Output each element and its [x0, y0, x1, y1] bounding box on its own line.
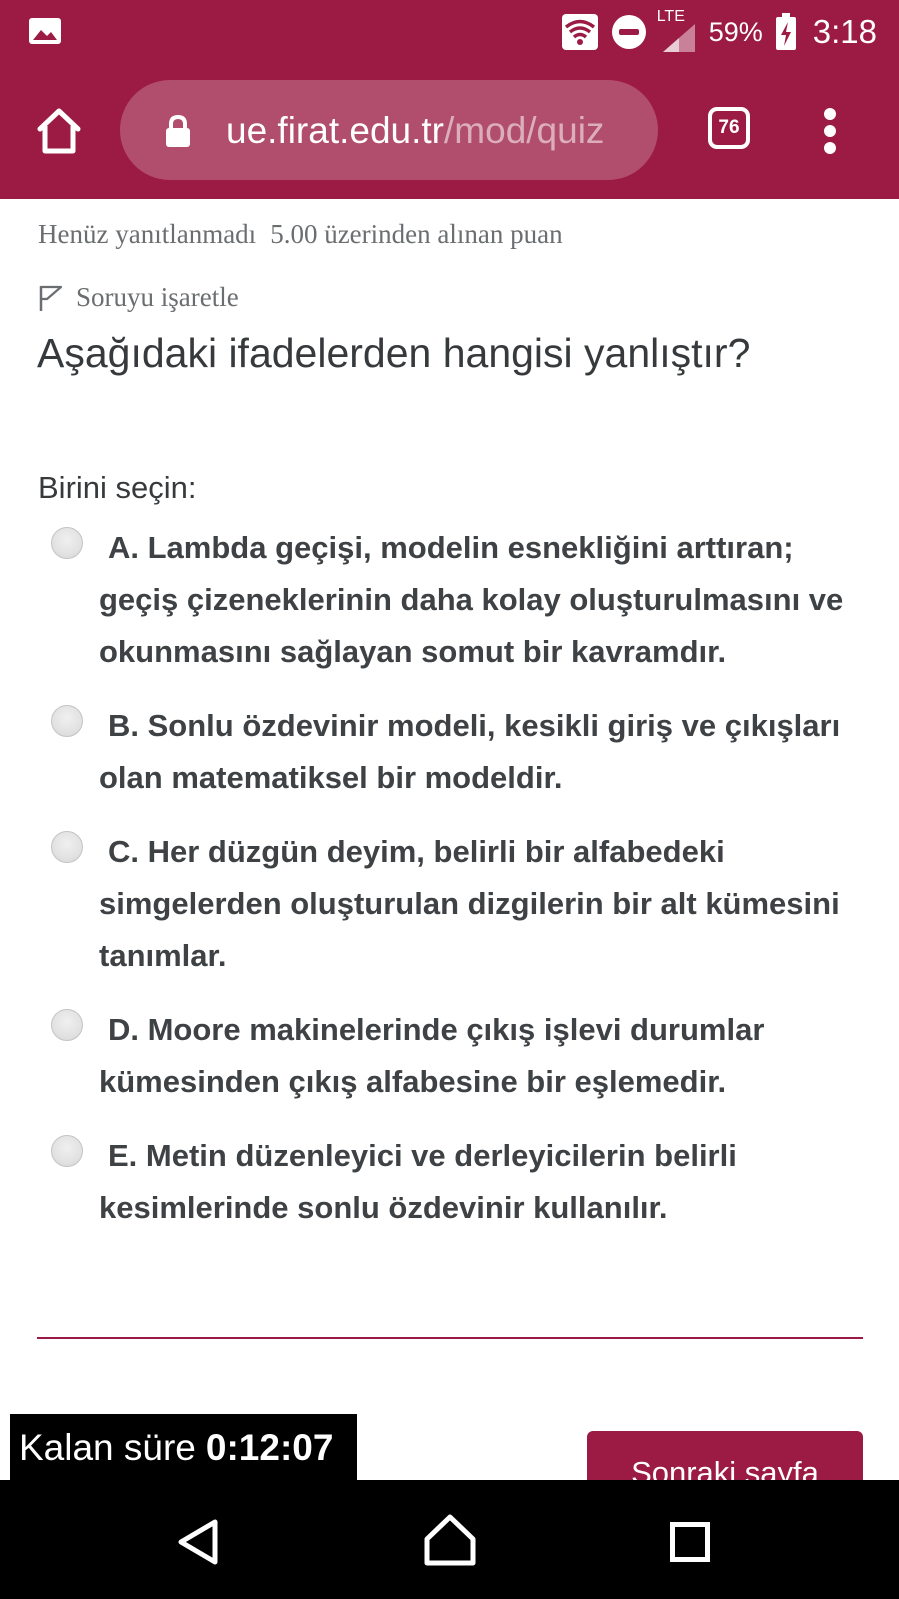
- answer-option-b[interactable]: B. Sonlu özdevinir modeli, kesikli giriş…: [48, 700, 868, 804]
- url-host: ue.firat.edu.tr: [226, 110, 445, 151]
- answer-label: E. Metin düzenleyici ve derleyicilerin b…: [99, 1138, 737, 1225]
- time-remaining-label: Kalan süre: [19, 1427, 196, 1468]
- browser-toolbar: ue.firat.edu.tr/mod/quiz 76: [0, 70, 899, 194]
- answer-list: A. Lambda geçişi, modelin esnekliğini ar…: [48, 522, 868, 1256]
- flag-question-link[interactable]: Soruyu işaretle: [38, 282, 239, 313]
- answer-option-c[interactable]: C. Her düzgün deyim, belirli bir alfabed…: [48, 826, 868, 982]
- answer-label: A. Lambda geçişi, modelin esnekliğini ar…: [99, 530, 844, 669]
- flag-icon: [39, 285, 63, 311]
- lock-icon: [166, 114, 190, 147]
- signal-indicator: LTE: [657, 8, 697, 54]
- signal-icon: [662, 24, 695, 52]
- android-nav-bar: [0, 1480, 899, 1599]
- radio-button[interactable]: [51, 527, 83, 559]
- radio-button[interactable]: [51, 1009, 83, 1041]
- flag-question-label: Soruyu işaretle: [76, 282, 239, 312]
- url-text[interactable]: ue.firat.edu.tr/mod/quiz: [226, 109, 646, 153]
- url-path: /mod/quiz: [444, 110, 605, 151]
- wifi-icon: [561, 14, 598, 50]
- tab-switcher-button[interactable]: 76: [708, 107, 750, 149]
- radio-button[interactable]: [51, 705, 83, 737]
- status-bar: LTE 59% 3:18: [0, 0, 899, 62]
- time-remaining-value: 0:12:07: [205, 1427, 334, 1468]
- browser-chrome: LTE 59% 3:18 ue.firat.edu.tr/mod/quiz 76: [0, 0, 899, 199]
- answer-option-a[interactable]: A. Lambda geçişi, modelin esnekliğini ar…: [48, 522, 868, 678]
- answer-label: C. Her düzgün deyim, belirli bir alfabed…: [99, 834, 840, 973]
- status-icons: LTE 59% 3:18: [561, 8, 877, 56]
- overflow-menu-icon[interactable]: [818, 108, 842, 154]
- battery-charging-icon: [775, 13, 796, 50]
- question-text: Aşağıdaki ifadelerden hangisi yanlıştır?: [37, 330, 751, 376]
- radio-button[interactable]: [51, 831, 83, 863]
- answer-prompt: Birini seçin:: [38, 470, 197, 505]
- clock: 3:18: [812, 13, 877, 50]
- radio-button[interactable]: [51, 1135, 83, 1167]
- question-info: Henüz yanıtlanmadı 5.00 üzerinden alınan …: [38, 219, 563, 250]
- image-notification-icon: [29, 18, 61, 44]
- answer-option-d[interactable]: D. Moore makinelerinde çıkış işlevi duru…: [48, 1004, 868, 1108]
- answer-option-e[interactable]: E. Metin düzenleyici ve derleyicilerin b…: [48, 1130, 868, 1234]
- address-bar[interactable]: ue.firat.edu.tr/mod/quiz: [120, 80, 658, 180]
- recents-icon[interactable]: [670, 1522, 710, 1562]
- answer-label: D. Moore makinelerinde çıkış işlevi duru…: [99, 1012, 765, 1099]
- divider: [37, 1337, 863, 1339]
- nav-home-icon[interactable]: [423, 1513, 477, 1567]
- battery-percent: 59%: [708, 16, 763, 47]
- question-status: Henüz yanıtlanmadı: [38, 219, 257, 249]
- back-icon[interactable]: [175, 1517, 223, 1567]
- question-points: 5.00 üzerinden alınan puan: [270, 219, 563, 249]
- home-icon[interactable]: [34, 106, 84, 156]
- answer-label: B. Sonlu özdevinir modeli, kesikli giriş…: [99, 708, 841, 795]
- do-not-disturb-icon: [611, 15, 646, 49]
- time-remaining: Kalan süre 0:12:07: [10, 1414, 357, 1482]
